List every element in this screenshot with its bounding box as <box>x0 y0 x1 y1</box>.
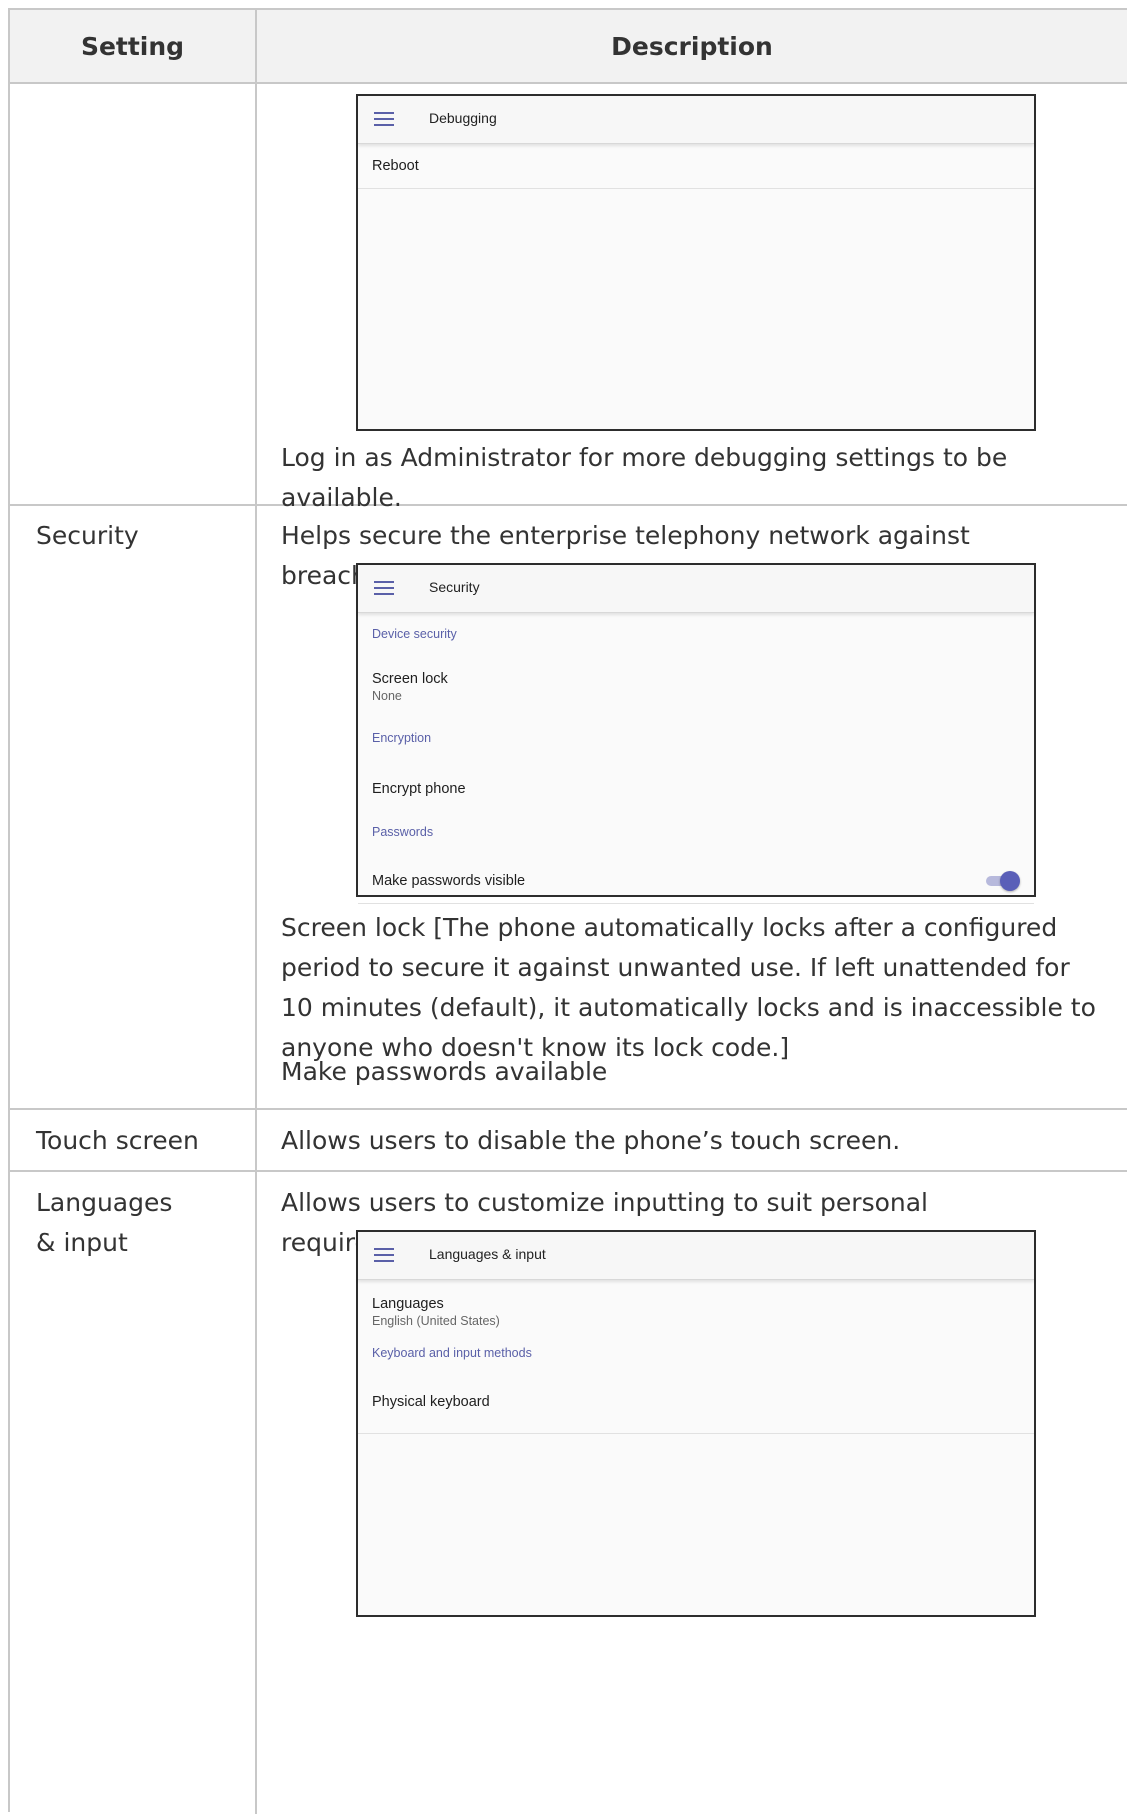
table-row-touch-screen: Touch screen Allows users to disable the… <box>10 1110 1127 1172</box>
setting-name-line-2: & input <box>36 1228 128 1257</box>
section-header-device-security: Device security <box>372 627 457 641</box>
table-row-security: Security Helps secure the enterprise tel… <box>10 506 1127 1110</box>
description-column-header: Description <box>611 31 773 61</box>
item-title: Encrypt phone <box>372 781 466 797</box>
menu-icon[interactable] <box>374 1248 394 1262</box>
passwords-visible-toggle[interactable] <box>986 871 1020 891</box>
toggle-knob <box>1000 871 1020 891</box>
passwords-note: Make passwords available <box>281 1057 608 1086</box>
description-cell: Helps secure the enterprise telephony ne… <box>257 506 1127 1108</box>
setting-name: Touch screen <box>36 1126 199 1155</box>
table-row-languages-input: Languages & input Allows users to custom… <box>10 1172 1127 1814</box>
description-cell: Debugging Reboot Log in as Administrator… <box>257 84 1127 512</box>
screen-title: Debugging <box>429 110 497 126</box>
item-title: Reboot <box>372 158 419 174</box>
setting-name: Security <box>36 521 139 550</box>
description-cell: Allows users to customize inputting to s… <box>257 1172 1127 1814</box>
table-header-row: Setting Description <box>10 10 1127 84</box>
item-title: Languages <box>372 1296 444 1312</box>
item-title: Make passwords visible <box>372 873 526 889</box>
touch-screen-description: Allows users to disable the phone’s touc… <box>281 1126 901 1155</box>
encrypt-phone-item[interactable]: Encrypt phone <box>358 765 1034 819</box>
security-screen-mock: Security Device security Screen lock Non… <box>356 563 1036 904</box>
section-header-encryption: Encryption <box>372 731 432 745</box>
screen-title: Security <box>429 579 480 595</box>
app-bar: Security <box>358 565 1034 613</box>
setting-column-header: Setting <box>80 31 185 61</box>
description-cell: Allows users to disable the phone’s touc… <box>257 1110 1127 1170</box>
app-bar: Languages & input <box>358 1232 1034 1280</box>
description-header-cell: Description <box>257 10 1127 82</box>
setting-cell: Languages & input <box>10 1172 257 1814</box>
item-title: Physical keyboard <box>372 1394 490 1410</box>
languages-screen-mock: Languages & input Languages English (Uni… <box>356 1230 1036 1617</box>
setting-cell: Security <box>10 506 257 1108</box>
settings-table: Setting Description Debugging Reboot Log… <box>8 8 1127 1814</box>
physical-keyboard-item[interactable]: Physical keyboard <box>358 1384 1034 1434</box>
debugging-screen-mock: Debugging Reboot <box>356 94 1036 431</box>
setting-cell: Touch screen <box>10 1110 257 1170</box>
table-row-debugging: Debugging Reboot Log in as Administrator… <box>10 84 1127 512</box>
item-title: Screen lock <box>372 671 448 687</box>
setting-name-line-1: Languages <box>36 1188 173 1217</box>
make-passwords-visible-item[interactable]: Make passwords visible <box>358 859 1034 904</box>
screen-lock-note: Screen lock [The phone automatically loc… <box>281 913 1096 1062</box>
setting-header-cell: Setting <box>10 10 257 82</box>
languages-item[interactable]: Languages English (United States) <box>358 1280 1034 1342</box>
menu-icon[interactable] <box>374 112 394 126</box>
item-subtitle: English (United States) <box>372 1314 500 1328</box>
reboot-item[interactable]: Reboot <box>358 144 1034 189</box>
app-bar: Debugging <box>358 96 1034 144</box>
menu-icon[interactable] <box>374 581 394 595</box>
section-header-passwords: Passwords <box>372 825 434 839</box>
screen-lock-item[interactable]: Screen lock None <box>358 655 1034 717</box>
item-subtitle: None <box>372 689 402 703</box>
section-header-keyboard: Keyboard and input methods <box>372 1346 532 1360</box>
setting-cell <box>10 84 257 504</box>
screen-title: Languages & input <box>429 1246 546 1262</box>
